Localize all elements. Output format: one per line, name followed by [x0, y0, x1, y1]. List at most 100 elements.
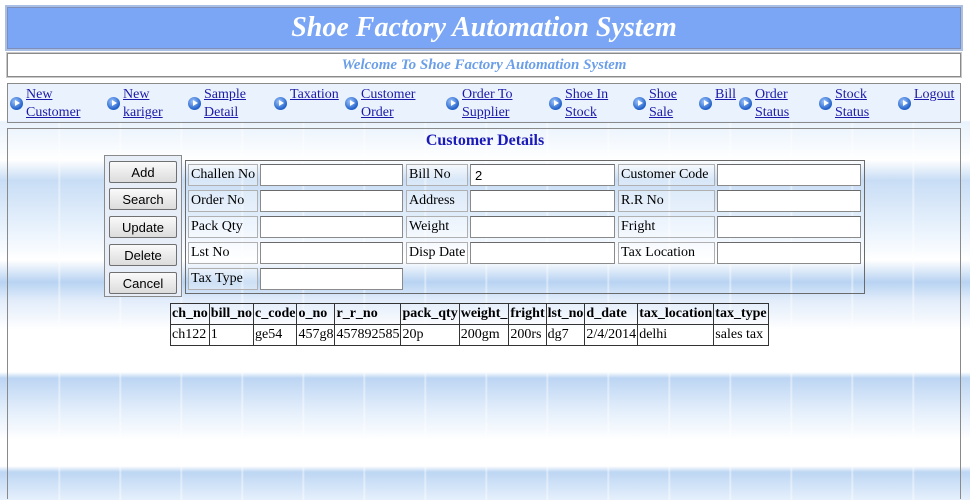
app-header: Shoe Factory Automation System	[5, 5, 963, 51]
table-header-row: ch_no bill_no c_code o_no r_r_no pack_qt…	[170, 303, 769, 325]
lst-no-field[interactable]	[260, 242, 403, 264]
arrow-bullet-icon	[739, 97, 752, 110]
nav-item-order-to-supplier[interactable]: Order To Supplier	[446, 86, 512, 122]
nav-item-taxation[interactable]: Taxation	[274, 86, 339, 110]
column-header: bill_no	[208, 303, 255, 325]
arrow-bullet-icon	[446, 97, 459, 110]
arrow-bullet-icon	[10, 97, 23, 110]
customer-form: Challen No Bill No Customer Code Order N…	[185, 160, 865, 294]
nav-link-order-to-supplier[interactable]: Order To Supplier	[462, 86, 512, 122]
table-cell: dg7	[545, 324, 586, 346]
challen-no-label: Challen No	[188, 164, 258, 186]
nav-item-new-customer[interactable]: New Customer	[10, 86, 80, 122]
nav-bar: New Customer New kariger Sample Detail T…	[7, 83, 961, 123]
arrow-bullet-icon	[549, 97, 562, 110]
column-header: c_code	[253, 303, 298, 325]
order-no-label: Order No	[188, 190, 258, 212]
table-cell: 457892585	[334, 324, 402, 346]
add-button[interactable]: Add	[109, 161, 177, 183]
nav-link-sample-detail[interactable]: Sample Detail	[204, 86, 246, 122]
arrow-bullet-icon	[274, 97, 287, 110]
disp-date-field[interactable]	[470, 242, 615, 264]
arrow-bullet-icon	[107, 97, 120, 110]
nav-link-new-kariger[interactable]: New kariger	[123, 86, 163, 122]
update-button[interactable]: Update	[109, 216, 177, 238]
challen-no-field[interactable]	[260, 164, 403, 186]
column-header: tax_location	[637, 303, 715, 325]
tax-type-field[interactable]	[260, 268, 403, 290]
tax-location-field[interactable]	[717, 242, 861, 264]
table-cell: 457g8	[296, 324, 336, 346]
nav-item-order-status[interactable]: Order Status	[739, 86, 789, 122]
disp-date-label: Disp Date	[406, 242, 468, 264]
arrow-bullet-icon	[188, 97, 201, 110]
tax-location-label: Tax Location	[618, 242, 715, 264]
customer-code-label: Customer Code	[618, 164, 715, 186]
lst-no-label: Lst No	[188, 242, 258, 264]
table-cell: 200gm	[458, 324, 510, 346]
column-header: d_date	[584, 303, 639, 325]
arrow-bullet-icon	[345, 97, 358, 110]
nav-item-logout[interactable]: Logout	[898, 86, 954, 110]
welcome-text: Welcome To Shoe Factory Automation Syste…	[341, 56, 627, 73]
rr-no-field[interactable]	[717, 190, 861, 212]
column-header: pack_qty	[400, 303, 460, 325]
table-cell: ge54	[253, 324, 298, 346]
column-header: lst_no	[545, 303, 586, 325]
table-cell: sales tax	[713, 324, 769, 346]
nav-item-customer-order[interactable]: Customer Order	[345, 86, 415, 122]
column-header: o_no	[296, 303, 336, 325]
address-label: Address	[406, 190, 468, 212]
column-header: fright	[508, 303, 547, 325]
table-cell: 20p	[400, 324, 460, 346]
tax-type-label: Tax Type	[188, 268, 258, 290]
table-cell: 200rs	[508, 324, 547, 346]
nav-item-stock-status[interactable]: Stock Status	[819, 86, 869, 122]
app-title: Shoe Factory Automation System	[291, 12, 677, 43]
table-cell: delhi	[637, 324, 715, 346]
arrow-bullet-icon	[699, 97, 712, 110]
welcome-banner: Welcome To Shoe Factory Automation Syste…	[6, 52, 962, 78]
table-cell: ch122	[170, 324, 210, 346]
table-cell: 1	[208, 324, 255, 346]
column-header: weight_	[458, 303, 510, 325]
nav-item-new-kariger[interactable]: New kariger	[107, 86, 163, 122]
action-button-panel: Add Search Update Delete Cancel	[104, 155, 182, 297]
pack-qty-field[interactable]	[260, 216, 403, 238]
nav-link-bill[interactable]: Bill	[715, 86, 736, 104]
bill-no-label: Bill No	[406, 164, 468, 186]
fright-label: Fright	[618, 216, 715, 238]
nav-link-taxation[interactable]: Taxation	[290, 86, 339, 104]
nav-link-shoe-sale[interactable]: Shoe Sale	[649, 86, 677, 122]
nav-link-new-customer[interactable]: New Customer	[26, 86, 80, 122]
table-cell: 2/4/2014	[584, 324, 639, 346]
arrow-bullet-icon	[898, 97, 911, 110]
search-button[interactable]: Search	[109, 188, 177, 210]
address-field[interactable]	[470, 190, 615, 212]
nav-link-customer-order[interactable]: Customer Order	[361, 86, 415, 122]
section-title: Customer Details	[425, 132, 545, 149]
nav-item-bill[interactable]: Bill	[699, 86, 736, 110]
nav-link-stock-status[interactable]: Stock Status	[835, 86, 869, 122]
nav-item-sample-detail[interactable]: Sample Detail	[188, 86, 246, 122]
customer-code-field[interactable]	[717, 164, 861, 186]
fright-field[interactable]	[717, 216, 861, 238]
nav-link-shoe-in-stock[interactable]: Shoe In Stock	[565, 86, 608, 122]
column-header: r_r_no	[334, 303, 402, 325]
nav-link-logout[interactable]: Logout	[914, 86, 954, 104]
customer-details-table: ch_no bill_no c_code o_no r_r_no pack_qt…	[170, 303, 769, 346]
weight-field[interactable]	[470, 216, 615, 238]
weight-label: Weight	[406, 216, 468, 238]
cancel-button[interactable]: Cancel	[109, 272, 177, 294]
arrow-bullet-icon	[633, 97, 646, 110]
arrow-bullet-icon	[819, 97, 832, 110]
nav-item-shoe-sale[interactable]: Shoe Sale	[633, 86, 677, 122]
bill-no-field[interactable]	[470, 164, 615, 186]
delete-button[interactable]: Delete	[109, 244, 177, 266]
nav-link-order-status[interactable]: Order Status	[755, 86, 789, 122]
column-header: ch_no	[170, 303, 210, 325]
nav-item-shoe-in-stock[interactable]: Shoe In Stock	[549, 86, 608, 122]
order-no-field[interactable]	[260, 190, 403, 212]
column-header: tax_type	[713, 303, 769, 325]
rr-no-label: R.R No	[618, 190, 715, 212]
